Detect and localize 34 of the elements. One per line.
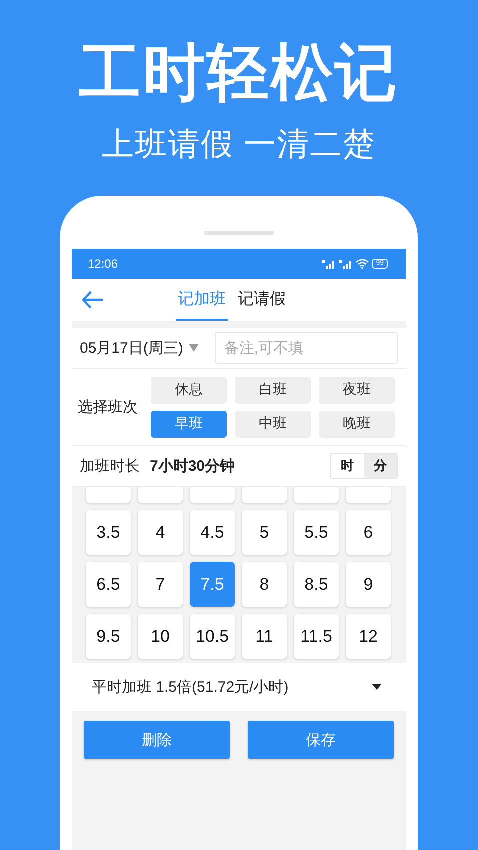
number-key[interactable]: 5.5 xyxy=(294,510,339,555)
number-key[interactable]: 8.5 xyxy=(294,562,339,607)
number-key[interactable]: 6 xyxy=(346,510,391,555)
number-key[interactable]: 6.5 xyxy=(86,562,131,607)
number-key[interactable]: 7 xyxy=(138,562,183,607)
number-key[interactable]: 9 xyxy=(346,562,391,607)
tab[interactable]: 记请假 xyxy=(236,279,288,321)
rate-value: 平时加班 1.5倍(51.72元/小时) xyxy=(92,678,289,696)
shift-option[interactable]: 夜班 xyxy=(319,376,395,404)
number-key[interactable]: 8 xyxy=(242,562,287,607)
duration-value: 7小时30分钟 xyxy=(150,456,236,476)
headline: 工时轻松记 xyxy=(79,38,399,110)
shift-label: 选择班次 xyxy=(78,398,138,416)
number-key[interactable]: 10 xyxy=(138,614,183,659)
number-key[interactable]: 10.5 xyxy=(190,614,235,659)
number-key[interactable]: 9.5 xyxy=(86,614,131,659)
number-key[interactable]: 11.5 xyxy=(294,614,339,659)
number-key[interactable]: 5 xyxy=(242,510,287,555)
shift-option[interactable]: 休息 xyxy=(151,376,227,404)
note-field[interactable]: 备注,可不填 xyxy=(215,332,398,364)
number-key[interactable]: 11 xyxy=(242,614,287,659)
shift-option[interactable]: 白班 xyxy=(235,376,311,404)
duration-label: 加班时长 xyxy=(80,456,140,476)
rate-dropdown[interactable]: 平时加班 1.5倍(51.72元/小时) xyxy=(72,663,406,711)
number-key[interactable]: 4.5 xyxy=(190,510,235,555)
number-key[interactable]: 4 xyxy=(138,510,183,555)
number-key[interactable]: 3.5 xyxy=(86,510,131,555)
status-time: 12:06 xyxy=(88,257,118,271)
shift-option[interactable]: 晚班 xyxy=(319,410,395,438)
subtitle: 上班请假 一清二楚 xyxy=(102,125,376,164)
number-key[interactable]: 12 xyxy=(346,614,391,659)
date-picker[interactable]: 05月17日(周三) xyxy=(80,338,184,358)
shift-option[interactable]: 中班 xyxy=(235,410,311,438)
unit-option[interactable]: 分 xyxy=(364,454,397,478)
